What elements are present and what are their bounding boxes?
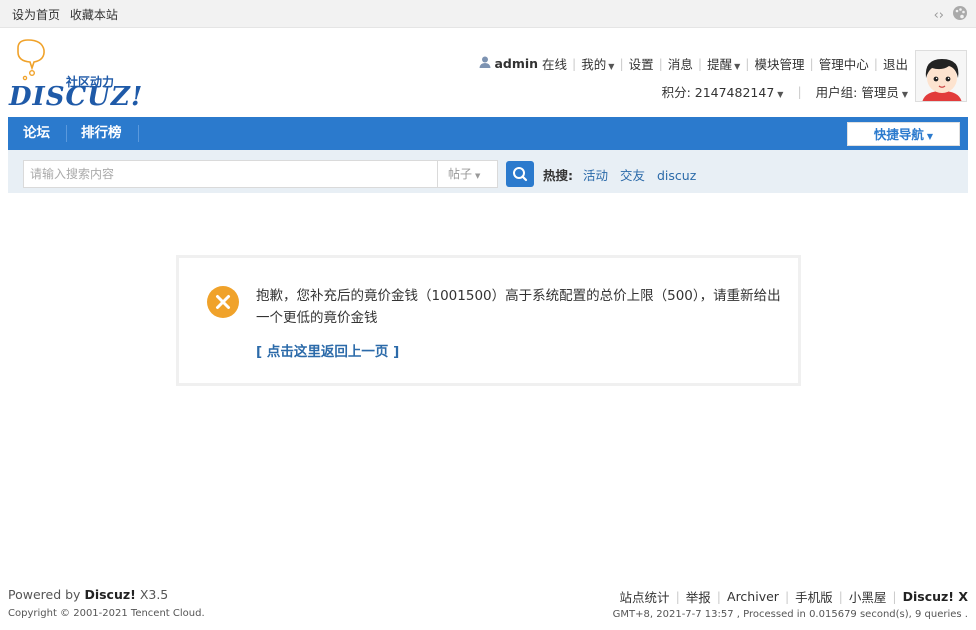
module-management-link[interactable]: 模块管理 [755, 54, 805, 73]
nav-item-forum[interactable]: 论坛 [23, 117, 50, 150]
search-bar: 帖子▼ 热搜: 活动 交友 discuz [8, 150, 968, 193]
user-group-menu[interactable]: 用户组: 管理员 ▼ [816, 82, 908, 101]
search-input[interactable] [24, 161, 437, 187]
footer-link-discuz[interactable]: Discuz! X [903, 589, 968, 604]
user-info: 积分: 2147482147 ▼ | 用户组: 管理员 ▼ [661, 82, 908, 101]
chevron-down-icon: ▼ [475, 172, 481, 180]
footer-link-stats[interactable]: 站点统计 [620, 587, 670, 606]
chevron-down-icon: ▼ [777, 90, 784, 99]
chevron-down-icon: ▼ [926, 132, 934, 141]
chevron-down-icon: ▼ [901, 90, 908, 99]
quick-nav-button[interactable]: 快捷导航 ▼ [847, 122, 960, 146]
my-menu[interactable]: 我的 ▼ [581, 54, 614, 73]
search-type-select[interactable]: 帖子 ▼ [437, 161, 497, 187]
set-home-link[interactable]: 设为首页 [12, 8, 60, 22]
footer-link-mobile[interactable]: 手机版 [795, 587, 833, 606]
header: 社区动力 DISCUZ! admin 在线 | 我的 ▼ | 设置 | 消息 | … [0, 28, 976, 117]
points-menu[interactable]: 积分: 2147482147 ▼ [662, 82, 784, 101]
footer-link-archiver[interactable]: Archiver [727, 589, 779, 604]
user-icon [479, 56, 491, 71]
avatar[interactable] [915, 50, 967, 102]
hot-keyword-link[interactable]: 交友 [620, 168, 645, 183]
top-links: 设为首页 收藏本站 [12, 6, 124, 23]
error-message-text: 抱歉，您补充后的竟价金钱（1001500）高于系统配置的总价上限（500），请重… [256, 288, 781, 326]
nav-divider [66, 125, 67, 142]
copyright-text: Copyright © 2001-2021 Tencent Cloud. [8, 608, 205, 619]
version-text: X3.5 [139, 587, 169, 602]
messages-link[interactable]: 消息 [668, 54, 693, 73]
logo-brand: DISCUZ! [8, 82, 143, 108]
hot-search-label: 热搜: [543, 168, 573, 183]
error-message-box: 抱歉，您补充后的竟价金钱（1001500）高于系统配置的总价上限（500），请重… [176, 255, 801, 386]
search-box: 帖子▼ [23, 160, 498, 188]
reminders-menu[interactable]: 提醒 ▼ [707, 54, 740, 73]
error-icon [207, 286, 239, 318]
settings-link[interactable]: 设置 [629, 54, 654, 73]
processing-stats: GMT+8, 2021-7-7 13:57 , Processed in 0.0… [612, 609, 968, 620]
search-button[interactable] [506, 161, 534, 187]
powered-by: Powered by Discuz! X3.5 [8, 587, 168, 602]
hot-keyword-link[interactable]: discuz [657, 168, 696, 183]
top-bar: 设为首页 收藏本站 ‹› [0, 0, 976, 28]
hot-search: 热搜: 活动 交友 discuz [543, 165, 704, 184]
footer-link-report[interactable]: 举报 [686, 587, 711, 606]
footer-link-blacklist[interactable]: 小黑屋 [849, 587, 887, 606]
bookmark-link[interactable]: 收藏本站 [70, 8, 118, 22]
code-icon[interactable]: ‹› [934, 8, 944, 23]
go-back-link[interactable]: [ 点击这里返回上一页 ] [256, 340, 399, 360]
username-link[interactable]: admin [494, 56, 538, 71]
hot-keyword-link[interactable]: 活动 [583, 168, 608, 183]
footer-links: 站点统计 | 举报 | Archiver | 手机版 | 小黑屋 | Discu… [619, 587, 968, 606]
top-tools: ‹› [934, 5, 968, 25]
palette-icon[interactable] [952, 5, 968, 25]
footer-brand-link[interactable]: Discuz! [84, 587, 135, 602]
powered-by-label: Powered by [8, 587, 81, 602]
user-menu: admin 在线 | 我的 ▼ | 设置 | 消息 | 提醒 ▼ | 模块管理 | … [479, 54, 908, 73]
chevron-down-icon: ▼ [734, 62, 741, 71]
nav-item-ranking[interactable]: 排行榜 [81, 117, 122, 150]
site-logo[interactable]: 社区动力 DISCUZ! [8, 38, 148, 112]
nav-divider [138, 125, 139, 142]
main-nav: 论坛 排行榜 快捷导航 ▼ [8, 117, 968, 150]
admin-center-link[interactable]: 管理中心 [819, 54, 869, 73]
chevron-down-icon: ▼ [608, 62, 615, 71]
search-icon [513, 167, 528, 182]
online-status[interactable]: 在线 [542, 54, 567, 73]
logout-link[interactable]: 退出 [883, 54, 908, 73]
